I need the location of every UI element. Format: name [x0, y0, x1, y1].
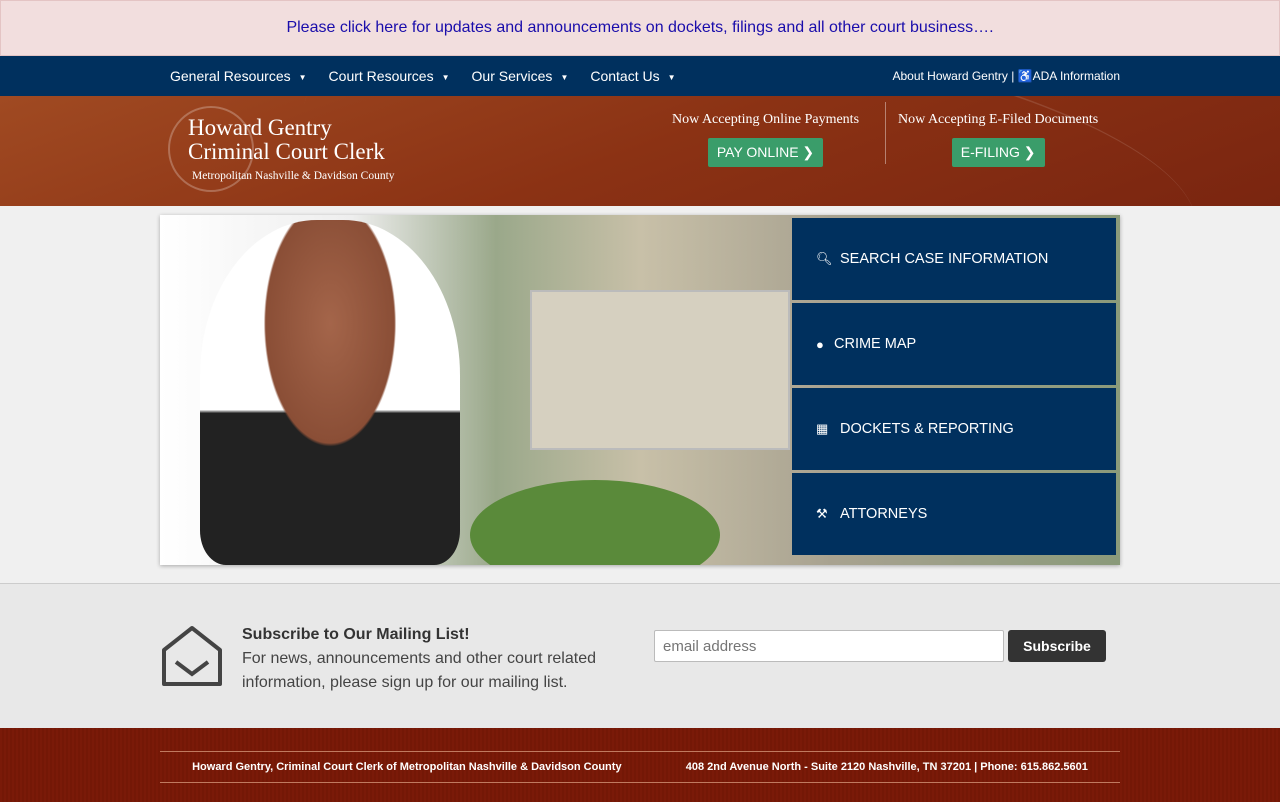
dockets-reporting-link[interactable]: ▦ DOCKETS & REPORTING — [792, 388, 1116, 470]
footer: Howard Gentry, Criminal Court Clerk of M… — [0, 728, 1280, 802]
lawn-image — [470, 480, 720, 565]
caret-down-icon: ▼ — [667, 72, 676, 82]
subscribe-button[interactable]: Subscribe — [1008, 630, 1106, 662]
calendar-icon: ▦ — [816, 421, 829, 436]
clerk-portrait — [200, 220, 460, 565]
nav-general-resources[interactable]: General Resources ▼ — [170, 68, 307, 84]
attorneys-link[interactable]: ⚒ ATTORNEYS — [792, 473, 1116, 555]
search-icon: 🔍︎ — [816, 251, 833, 266]
wheelchair-icon: ♿ — [1017, 69, 1033, 83]
gavel-icon: ⚒ — [816, 506, 828, 521]
payments-caption: Now Accepting Online Payments — [672, 112, 860, 127]
nav-court-resources[interactable]: Court Resources ▼ — [329, 68, 450, 84]
link-label: ATTORNEYS — [840, 506, 928, 522]
link-label: SEARCH CASE INFORMATION — [840, 251, 1049, 267]
search-case-information-link[interactable]: 🔍︎ SEARCH CASE INFORMATION — [792, 218, 1116, 300]
e-filing-button[interactable]: E-FILING ❯ — [951, 138, 1045, 167]
efiling-caption: Now Accepting E-Filed Documents — [898, 112, 1099, 127]
quick-links: 🔍︎ SEARCH CASE INFORMATION ● CRIME MAP ▦ DO… — [792, 218, 1116, 558]
caret-down-icon: ▼ — [298, 72, 307, 82]
link-label: DOCKETS & REPORTING — [840, 421, 1014, 437]
caret-down-icon: ▼ — [560, 72, 569, 82]
top-nav: General Resources ▼ Court Resources ▼ Our … — [0, 56, 1280, 96]
announcement-banner[interactable]: Please click here for updates and announ… — [0, 0, 1280, 56]
divider — [885, 102, 886, 164]
email-input[interactable] — [654, 630, 1004, 662]
pay-online-button[interactable]: PAY ONLINE ❯ — [707, 138, 824, 167]
nav-label: General Resources — [170, 68, 291, 84]
payments-cta: Now Accepting Online Payments PAY ONLINE… — [672, 112, 859, 167]
site-header: Howard Gentry Criminal Court Clerk Metrop… — [0, 96, 1280, 206]
subscribe-section: Subscribe to Our Mailing List! For news,… — [0, 583, 1280, 728]
about-link[interactable]: About Howard Gentry — [892, 69, 1007, 83]
map-marker-icon: ● — [816, 336, 824, 352]
ada-link[interactable]: ADA Information — [1033, 69, 1120, 83]
nav-label: Court Resources — [328, 68, 434, 84]
subscribe-text: Subscribe to Our Mailing List! For news,… — [242, 623, 622, 695]
footer-address: 408 2nd Avenue North - Suite 2120 Nashvi… — [685, 761, 1088, 773]
separator: | — [1011, 69, 1015, 83]
crime-map-link[interactable]: ● CRIME MAP — [792, 303, 1116, 385]
footer-credit: Howard Gentry, Criminal Court Clerk of M… — [192, 761, 622, 773]
site-title[interactable]: Howard Gentry Criminal Court Clerk — [188, 116, 385, 164]
envelope-icon — [162, 626, 222, 686]
subscribe-description: For news, announcements and other court … — [242, 650, 596, 691]
caret-down-icon: ▼ — [441, 72, 450, 82]
hero-banner: 🔍︎ SEARCH CASE INFORMATION ● CRIME MAP ▦ DO… — [160, 215, 1120, 565]
courthouse-image — [530, 290, 790, 450]
site-subtitle: Metropolitan Nashville & Davidson County — [192, 170, 395, 182]
nav-label: Our Services — [471, 68, 553, 84]
nav-contact-us[interactable]: Contact Us ▼ — [590, 68, 675, 84]
subscribe-heading: Subscribe to Our Mailing List! — [242, 626, 470, 643]
link-label: CRIME MAP — [834, 336, 917, 352]
nav-our-services[interactable]: Our Services ▼ — [472, 68, 569, 84]
nav-label: Contact Us — [590, 68, 660, 84]
efiling-cta: Now Accepting E-Filed Documents E-FILING… — [898, 112, 1098, 167]
